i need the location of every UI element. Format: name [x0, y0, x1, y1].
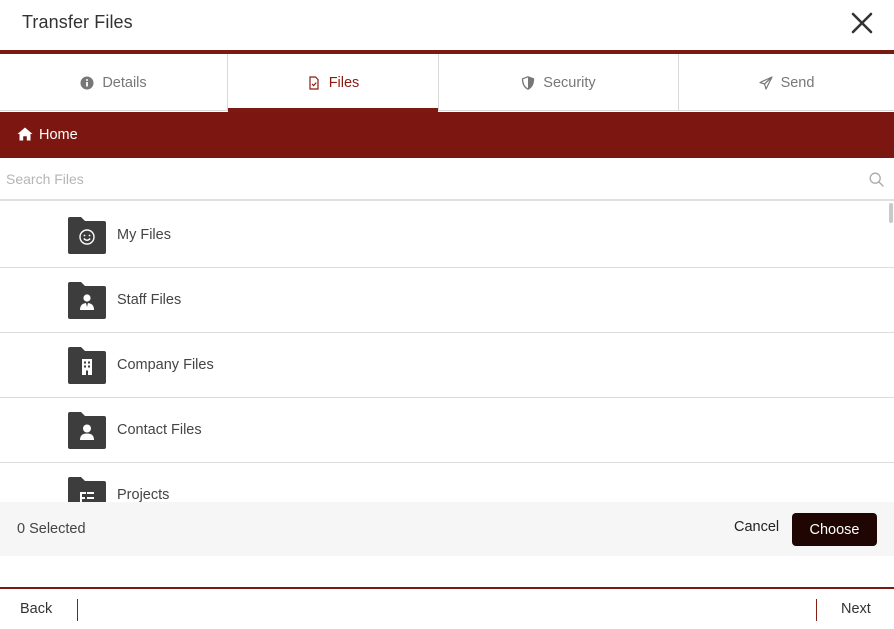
list-scrollbar[interactable] [889, 203, 893, 223]
folder-contact-icon [66, 410, 108, 450]
folder-staff-icon [66, 280, 108, 320]
tab-files[interactable]: Files [228, 54, 439, 112]
next-button[interactable]: Next [841, 601, 871, 617]
file-check-icon [307, 75, 321, 90]
info-icon [80, 76, 94, 90]
close-icon[interactable] [850, 11, 874, 35]
footer-separator [77, 599, 78, 621]
footer-separator [816, 599, 817, 621]
search-icon[interactable] [869, 172, 884, 187]
choose-button[interactable]: Choose [792, 513, 877, 546]
cancel-button[interactable]: Cancel [734, 519, 779, 535]
folder-name: Contact Files [117, 422, 202, 438]
selected-count: 0 Selected [17, 521, 86, 537]
back-button[interactable]: Back [20, 601, 52, 617]
home-icon [17, 127, 35, 143]
tab-bar: Details Files Security Send [0, 54, 894, 112]
list-item[interactable]: Projects [0, 463, 894, 502]
selection-bar: 0 Selected Cancel Choose [0, 502, 894, 556]
search-input[interactable] [0, 158, 860, 200]
folder-name: Company Files [117, 357, 214, 373]
list-item[interactable]: My Files [0, 203, 894, 268]
wizard-footer: Back Next [0, 589, 894, 629]
tab-label: Files [328, 74, 360, 91]
folder-smiley-icon [66, 215, 108, 255]
folder-name: Projects [117, 487, 170, 502]
breadcrumb[interactable]: Home [0, 112, 894, 158]
list-item[interactable]: Staff Files [0, 268, 894, 333]
folder-building-icon [66, 345, 108, 385]
tab-details[interactable]: Details [0, 54, 228, 111]
tab-label: Send [780, 74, 815, 91]
search-bar [0, 158, 894, 201]
tab-security[interactable]: Security [439, 54, 679, 111]
tab-send[interactable]: Send [679, 54, 894, 111]
paper-plane-icon [758, 75, 773, 90]
folder-list: My Files Staff Files Company Files Conta… [0, 203, 894, 502]
folder-name: My Files [117, 227, 171, 243]
folder-name: Staff Files [117, 292, 182, 308]
shield-icon [521, 75, 535, 90]
folder-projects-icon [66, 475, 108, 502]
list-item[interactable]: Contact Files [0, 398, 894, 463]
dialog-header: Transfer Files [0, 0, 894, 50]
tab-label: Security [543, 74, 596, 91]
breadcrumb-home-label: Home [39, 127, 78, 143]
tab-label: Details [102, 74, 147, 91]
list-item[interactable]: Company Files [0, 333, 894, 398]
dialog-title: Transfer Files [22, 12, 133, 32]
